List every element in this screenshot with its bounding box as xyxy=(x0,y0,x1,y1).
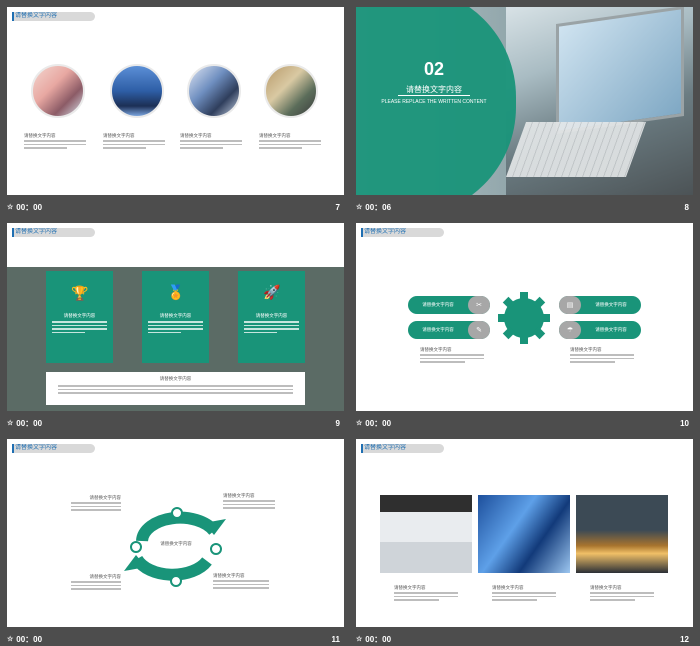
slide-meta: ☆ 00：06 8 xyxy=(356,200,693,214)
trophy-icon: 🏆 xyxy=(71,285,89,301)
section-number: 02 xyxy=(423,59,445,79)
slide-meta: ☆ 00：00 11 xyxy=(7,632,344,646)
caption-title: 请替换文字内容 xyxy=(570,347,602,352)
label-block: 请替换文字内容 xyxy=(71,574,121,592)
slide-time: 00：06 xyxy=(365,202,392,212)
slide-number: 10 xyxy=(680,418,689,428)
keyboard xyxy=(505,122,647,177)
slide-meta: ☆ 00：00 7 xyxy=(7,200,344,214)
caption-title: 请替换文字内容 xyxy=(24,133,56,138)
caption-block: 请替换文字内容 xyxy=(590,585,654,603)
slide-12[interactable]: 请替换文字内容 请替换文字内容 请替换文字内容 请替换文字内容 xyxy=(356,439,693,627)
photo-imac xyxy=(380,495,472,573)
pill-label: 请替换文字内容 xyxy=(422,327,454,332)
caption-block: 请替换文字内容 xyxy=(492,585,556,603)
umbrella-icon: ☂ xyxy=(559,321,581,339)
photo-circle-city xyxy=(110,64,164,118)
laptop-screen xyxy=(556,7,684,134)
caption-title: 请替换文字内容 xyxy=(259,133,291,138)
star-icon: ☆ xyxy=(7,204,14,211)
slide-time: 00：00 xyxy=(16,634,43,644)
slide-number: 11 xyxy=(331,634,340,644)
pencil-icon: ✎ xyxy=(468,321,490,339)
photo-city-traffic xyxy=(576,495,668,573)
star-icon: ☆ xyxy=(356,636,363,643)
slide-meta: ☆ 00：00 10 xyxy=(356,416,693,430)
feature-card: 🏅 请替换文字内容 xyxy=(142,271,209,363)
caption-block: 请替换文字内容 xyxy=(570,347,634,365)
label-title: 请替换文字内容 xyxy=(213,573,245,578)
slide-tag: 请替换文字内容 xyxy=(361,228,444,237)
pill-label: 请替换文字内容 xyxy=(595,327,627,332)
tools-icon: ✂ xyxy=(468,296,490,314)
caption-block: 请替换文字内容 xyxy=(259,133,321,151)
pill-label: 请替换文字内容 xyxy=(595,302,627,307)
pill-item: ▤ 请替换文字内容 xyxy=(559,296,641,314)
gear-icon xyxy=(498,292,550,344)
slide-10[interactable]: 请替换文字内容 请替换文字内容 ✂ 请替换文字内容 ✎ ▤ 请替换文字内容 ☂ … xyxy=(356,223,693,411)
slide-number: 9 xyxy=(335,418,340,428)
pill-item: 请替换文字内容 ✎ xyxy=(408,321,490,339)
star-icon: ☆ xyxy=(356,420,363,427)
slide-tag: 请替换文字内容 xyxy=(12,12,95,21)
label-title: 请替换文字内容 xyxy=(223,493,255,498)
award-icon: 🏅 xyxy=(167,284,185,300)
photo-circle-desk xyxy=(264,64,318,118)
caption-block: 请替换文字内容 xyxy=(180,133,242,151)
label-block: 请替换文字内容 xyxy=(152,541,200,548)
slide-time: 00：00 xyxy=(16,418,43,428)
slide-number: 12 xyxy=(680,634,689,644)
label-block: 请替换文字内容 xyxy=(223,493,275,511)
slide-tag: 请替换文字内容 xyxy=(12,444,95,453)
rocket-icon: 🚀 xyxy=(263,284,281,300)
slide-time: 00：00 xyxy=(365,634,392,644)
bottom-label: 请替换文字内容 xyxy=(159,376,192,381)
pill-label: 请替换文字内容 xyxy=(422,302,454,307)
caption-title: 请替换文字内容 xyxy=(420,347,452,352)
feature-card: 🚀 请替换文字内容 xyxy=(238,271,305,363)
slide-meta: ☆ 00：00 9 xyxy=(7,416,344,430)
pill-item: ☂ 请替换文字内容 xyxy=(559,321,641,339)
section-subtitle: PLEASE REPLACE THE WRITTEN CONTENT xyxy=(381,99,487,105)
caption-block: 请替换文字内容 xyxy=(103,133,165,151)
star-icon: ☆ xyxy=(7,636,14,643)
section-title: 请替换文字内容 xyxy=(406,85,462,94)
slide-11[interactable]: 请替换文字内容 请替换文字内容 请替换文字内容 请替换文字内容 请替换文字内容 … xyxy=(7,439,344,627)
slide-number: 7 xyxy=(335,202,340,212)
document-icon: ▤ xyxy=(559,296,581,314)
pill-item: 请替换文字内容 ✂ xyxy=(408,296,490,314)
slide-time: 00：00 xyxy=(365,418,392,428)
slide-7[interactable]: 请替换文字内容 请替换文字内容 请替换文字内容 请替换文字内容 请替换文字内容 xyxy=(7,7,344,195)
slide-9[interactable]: 请替换文字内容 🏆 请替换文字内容 🏅 请替换文字内容 🚀 请替换文字内容 请替… xyxy=(7,223,344,411)
star-icon: ☆ xyxy=(356,204,363,211)
caption-title: 请替换文字内容 xyxy=(590,585,622,590)
feature-card: 🏆 请替换文字内容 xyxy=(46,271,113,363)
caption-title: 请替换文字内容 xyxy=(180,133,212,138)
photo-circle-office xyxy=(31,64,85,118)
photo-circle-phone xyxy=(187,64,241,118)
slide-meta: ☆ 00：00 12 xyxy=(356,632,693,646)
slide-tag: 请替换文字内容 xyxy=(12,228,95,237)
divider xyxy=(398,95,470,96)
caption-block: 请替换文字内容 xyxy=(420,347,484,365)
caption-title: 请替换文字内容 xyxy=(492,585,524,590)
caption-block: 请替换文字内容 xyxy=(394,585,458,603)
label-block: 请替换文字内容 xyxy=(71,495,121,513)
star-icon: ☆ xyxy=(7,420,14,427)
slide-8[interactable]: 02 请替换文字内容 PLEASE REPLACE THE WRITTEN CO… xyxy=(356,7,693,195)
label-title: 请替换文字内容 xyxy=(89,574,122,579)
photo-skyscraper xyxy=(478,495,570,573)
label-block: 请替换文字内容 xyxy=(213,573,269,591)
slide-time: 00：00 xyxy=(16,202,43,212)
bottom-box: 请替换文字内容 xyxy=(46,372,305,405)
caption-title: 请替换文字内容 xyxy=(394,585,426,590)
slide-tag: 请替换文字内容 xyxy=(361,444,444,453)
label-title: 请替换文字内容 xyxy=(89,495,122,500)
caption-title: 请替换文字内容 xyxy=(103,133,135,138)
slide-number: 8 xyxy=(684,202,689,212)
label-title: 请替换文字内容 xyxy=(160,541,192,546)
caption-block: 请替换文字内容 xyxy=(24,133,86,151)
